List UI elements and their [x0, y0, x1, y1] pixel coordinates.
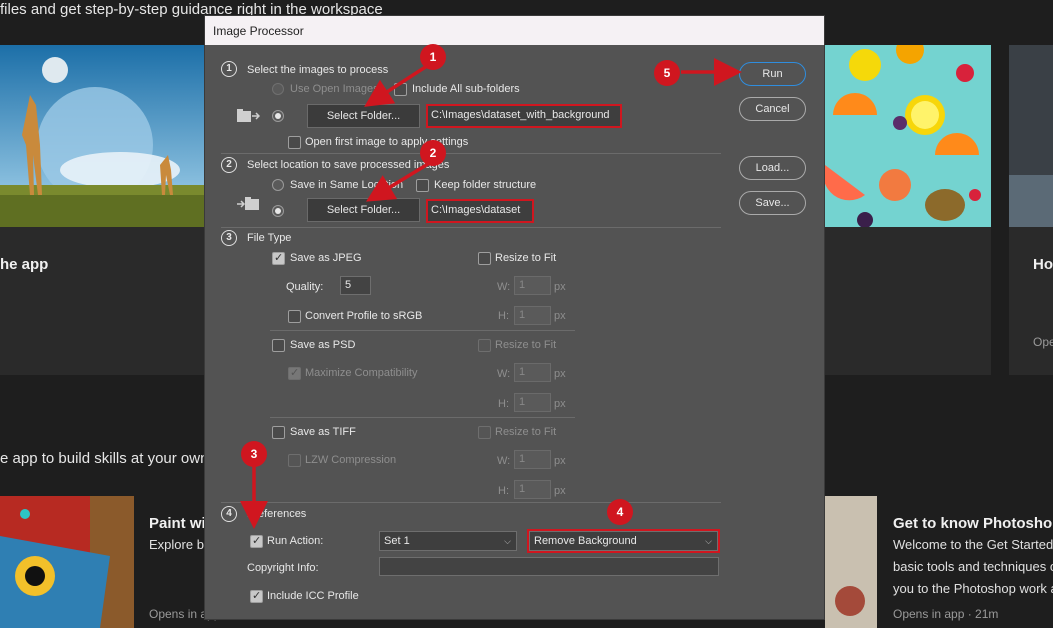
annotation-badge-2: 2: [420, 140, 446, 166]
annotation-badge-3: 3: [241, 441, 267, 467]
annotation-badge-5: 5: [654, 60, 680, 86]
annotation-arrows: [240, 58, 742, 529]
arrow-2: [366, 162, 429, 202]
annotation-badge-1: 1: [420, 44, 446, 70]
annotation-badge-4: 4: [607, 499, 633, 525]
arrow-1: [364, 62, 431, 107]
